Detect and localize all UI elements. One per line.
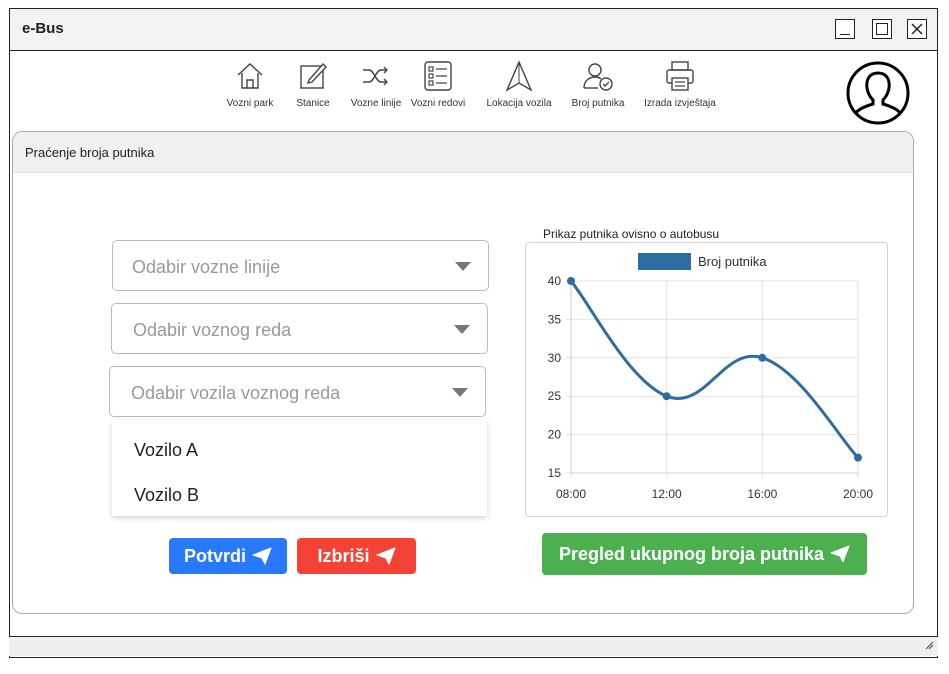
nav-label: Vozni redovi — [410, 98, 466, 109]
panel-header: Praćenje broja putnika — [13, 132, 913, 173]
navigation-icon — [505, 60, 533, 92]
maximize-button[interactable] — [872, 19, 892, 39]
nav-label: Lokacija vozila — [486, 98, 552, 109]
confirm-button[interactable]: Potvrdi — [169, 538, 287, 574]
vehicle-dropdown-list: Vozilo A Vozilo B — [112, 420, 487, 516]
send-icon — [252, 547, 272, 565]
overview-label: Pregled ukupnog broja putnika — [558, 543, 825, 564]
chart-title: Prikaz putnika ovisno o autobusu — [539, 227, 724, 241]
line-select[interactable]: Odabir vozne linije — [112, 240, 489, 291]
nav-broj-putnika[interactable]: Broj putnika — [558, 60, 638, 109]
main-toolbar: Vozni park Stanice Vozne linije Vozni re… — [0, 60, 949, 130]
confirm-label: Potvrdi — [183, 545, 246, 566]
delete-button[interactable]: Izbriši — [297, 538, 416, 574]
shuffle-icon — [363, 66, 388, 86]
delete-label: Izbriši — [317, 545, 370, 566]
vehicle-select-placeholder: Odabir vozila voznog reda — [131, 383, 341, 403]
schedule-select[interactable]: Odabir voznog reda — [111, 303, 488, 354]
minimize-button[interactable] — [835, 19, 855, 39]
dropdown-option-vozilo-b[interactable]: Vozilo B — [134, 485, 199, 506]
send-icon — [830, 545, 850, 563]
user-icon — [846, 61, 910, 125]
line-select-placeholder: Odabir vozne linije — [132, 257, 281, 277]
vehicle-select[interactable]: Odabir vozila voznog reda — [109, 366, 486, 417]
panel-title: Praćenje broja putnika — [25, 145, 155, 160]
overview-button[interactable]: Pregled ukupnog broja putnika — [542, 533, 867, 575]
home-icon — [237, 63, 263, 89]
chart-container — [525, 242, 888, 517]
user-avatar[interactable] — [842, 57, 914, 134]
app-title: e-Bus — [22, 20, 64, 37]
nav-label: Izrada izvještaja — [644, 98, 716, 109]
send-icon — [376, 547, 395, 565]
close-button[interactable] — [907, 19, 927, 39]
caret-down-icon — [454, 325, 470, 334]
close-icon — [911, 23, 923, 35]
schedule-select-placeholder: Odabir voznog reda — [133, 320, 292, 340]
nav-lokacija-vozila[interactable]: Lokacija vozila — [479, 60, 559, 109]
user-check-icon — [583, 63, 613, 91]
caret-down-icon — [452, 388, 468, 397]
title-bar: e-Bus — [10, 9, 937, 51]
edit-icon — [300, 62, 327, 89]
list-icon — [424, 61, 452, 91]
caret-down-icon — [455, 262, 471, 271]
nav-izrada-izvjestaja[interactable]: Izrada izvještaja — [640, 60, 720, 109]
nav-label: Broj putnika — [571, 98, 625, 109]
dropdown-option-vozilo-a[interactable]: Vozilo A — [134, 440, 198, 461]
nav-vozni-redovi[interactable]: Vozni redovi — [398, 60, 478, 109]
printer-icon — [666, 61, 694, 91]
